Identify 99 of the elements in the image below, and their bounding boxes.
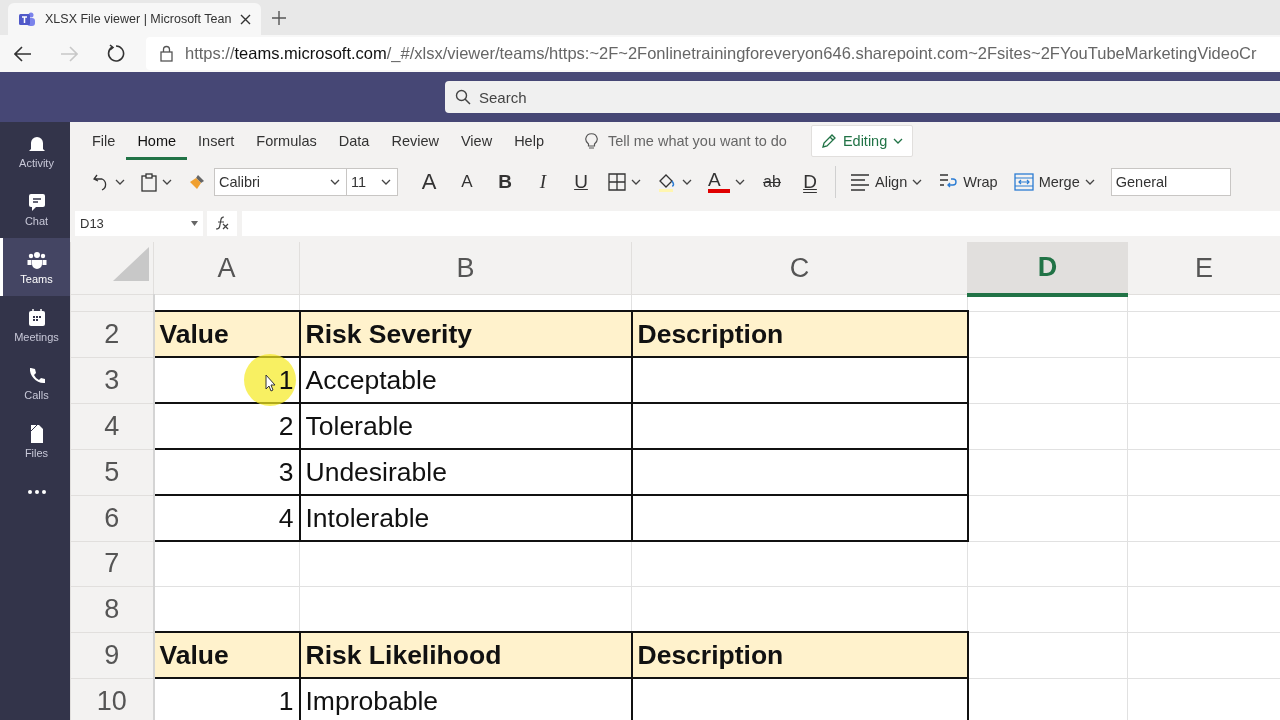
ribbon-tab[interactable]: Formulas <box>245 122 328 160</box>
row-header[interactable]: 9 <box>70 632 154 678</box>
column-header[interactable]: D <box>967 242 1128 295</box>
paint-bucket-icon <box>657 172 677 192</box>
strikethrough-button[interactable]: ab <box>753 167 791 197</box>
browser-tab[interactable]: XLSX File viewer | Microsoft Tean <box>8 3 262 35</box>
caret-icon <box>682 179 692 185</box>
url-text: https://teams.microsoft.com/_#/xlsx/viewer/teams/https:~2F~2Fonlinetrainingforeveryon646.sharepoint.com~2Fsites~2FYouTubeMarketingVideoCr <box>185 44 1257 63</box>
refresh-icon[interactable] <box>105 44 125 63</box>
editing-mode-button[interactable]: Editing <box>810 125 914 157</box>
column-title: Value <box>159 318 229 349</box>
app-rail-item[interactable]: Meetings <box>0 296 70 354</box>
column-header[interactable]: B <box>299 242 632 295</box>
name-box[interactable]: D13 <box>75 210 203 236</box>
cell-text: Tolerable <box>305 410 414 441</box>
insert-function-button[interactable] <box>207 210 237 236</box>
people-icon <box>26 249 47 270</box>
ribbon-tab[interactable]: Home <box>126 122 188 160</box>
row-header[interactable]: 3 <box>70 357 154 403</box>
clipboard-icon <box>141 172 157 192</box>
grow-font-button[interactable]: A <box>410 167 448 197</box>
align-left-icon <box>850 173 870 191</box>
app-rail-item[interactable]: Files <box>0 412 70 470</box>
caret-icon <box>330 179 340 185</box>
row-header[interactable]: 8 <box>70 586 154 632</box>
cell-text: Acceptable <box>305 364 437 395</box>
cell-text: Intolerable <box>305 502 430 533</box>
ribbon-tab[interactable]: Help <box>503 122 555 160</box>
cell-text: 4 <box>278 502 294 533</box>
lightbulb-icon <box>584 132 598 150</box>
tab-title: XLSX File viewer | Microsoft Tean <box>45 12 232 26</box>
pencil-icon <box>820 133 837 149</box>
caret-icon <box>162 179 172 185</box>
ribbon-tab[interactable]: View <box>449 122 504 160</box>
double-underline-button[interactable]: D <box>791 167 829 197</box>
cell-text: 1 <box>278 685 294 716</box>
font-size-dropdown[interactable]: 11 <box>346 168 398 196</box>
number-format-dropdown[interactable]: General <box>1110 168 1231 196</box>
underline-button[interactable]: U <box>562 167 600 197</box>
merge-cells-icon <box>1013 172 1034 192</box>
app-rail-item[interactable]: Chat <box>0 180 70 238</box>
shrink-font-button[interactable]: A <box>448 167 486 197</box>
borders-icon <box>608 173 626 191</box>
more-icon <box>26 490 47 494</box>
ribbon-tab[interactable]: Data <box>327 122 381 160</box>
ribbon-tab[interactable]: File <box>81 122 127 160</box>
column-title: Description <box>637 318 784 349</box>
row-header[interactable]: 5 <box>70 449 154 495</box>
column-title: Description <box>637 639 784 670</box>
app-rail-item[interactable]: Activity <box>0 122 70 180</box>
chat-icon <box>26 191 47 212</box>
row-header[interactable]: 6 <box>70 495 154 541</box>
ribbon-tab[interactable]: Insert <box>187 122 246 160</box>
caret-icon <box>735 179 745 185</box>
merge-button[interactable]: Merge <box>1005 167 1103 197</box>
caret-icon <box>912 179 923 185</box>
column-title: Risk Severity <box>305 318 472 349</box>
app-logo-icon <box>18 11 36 27</box>
cell-text: Undesirable <box>305 456 447 487</box>
italic-button[interactable]: I <box>524 167 562 197</box>
app-rail-item[interactable]: Calls <box>0 354 70 412</box>
close-icon[interactable] <box>240 13 252 25</box>
search-field[interactable]: Search <box>445 81 1280 113</box>
search-icon <box>455 89 471 105</box>
row-header[interactable]: 7 <box>70 541 154 587</box>
column-header[interactable]: C <box>631 242 968 295</box>
new-tab-icon[interactable] <box>271 10 288 26</box>
cell-text: 1 <box>278 364 294 395</box>
app-rail-item[interactable]: Teams <box>0 238 70 296</box>
align-button[interactable]: Align <box>842 167 931 197</box>
brush-icon <box>188 173 206 191</box>
bold-button[interactable]: B <box>486 167 524 197</box>
caret-icon <box>381 179 391 185</box>
tell-me-field[interactable]: Tell me what you want to do <box>584 132 787 150</box>
row-header[interactable]: 10 <box>70 678 154 720</box>
font-name-dropdown[interactable]: Calibri <box>214 168 347 196</box>
cell-text: 3 <box>278 456 294 487</box>
lock-icon <box>160 45 173 62</box>
font-color-button[interactable]: A <box>700 167 753 197</box>
caret-icon <box>191 220 198 226</box>
caret-icon <box>893 138 904 144</box>
wrap-text-button[interactable]: Wrap <box>930 167 1006 197</box>
caret-icon <box>631 179 641 185</box>
caret-icon <box>115 179 125 185</box>
address-bar[interactable]: https://teams.microsoft.com/_#/xlsx/viewer/teams/https:~2F~2Fonlinetrainingforeveryon646.sharepoint.com~2Fsites~2FYouTubeMarketingVideoCr <box>146 37 1280 70</box>
column-header[interactable]: E <box>1127 242 1280 295</box>
column-title: Risk Likelihood <box>305 639 502 670</box>
row-header[interactable]: 2 <box>70 311 154 357</box>
ribbon-tab[interactable]: Review <box>380 122 450 160</box>
calendar-icon <box>26 307 47 328</box>
row-header[interactable]: 4 <box>70 403 154 449</box>
caret-icon <box>1084 179 1095 185</box>
column-title: Value <box>159 639 229 670</box>
function-icon <box>215 216 229 230</box>
cursor-highlight <box>243 354 296 406</box>
cell-text: Improbable <box>305 685 439 716</box>
column-header[interactable]: A <box>153 242 300 295</box>
cell-text: 2 <box>278 410 294 441</box>
back-icon[interactable] <box>14 45 32 62</box>
